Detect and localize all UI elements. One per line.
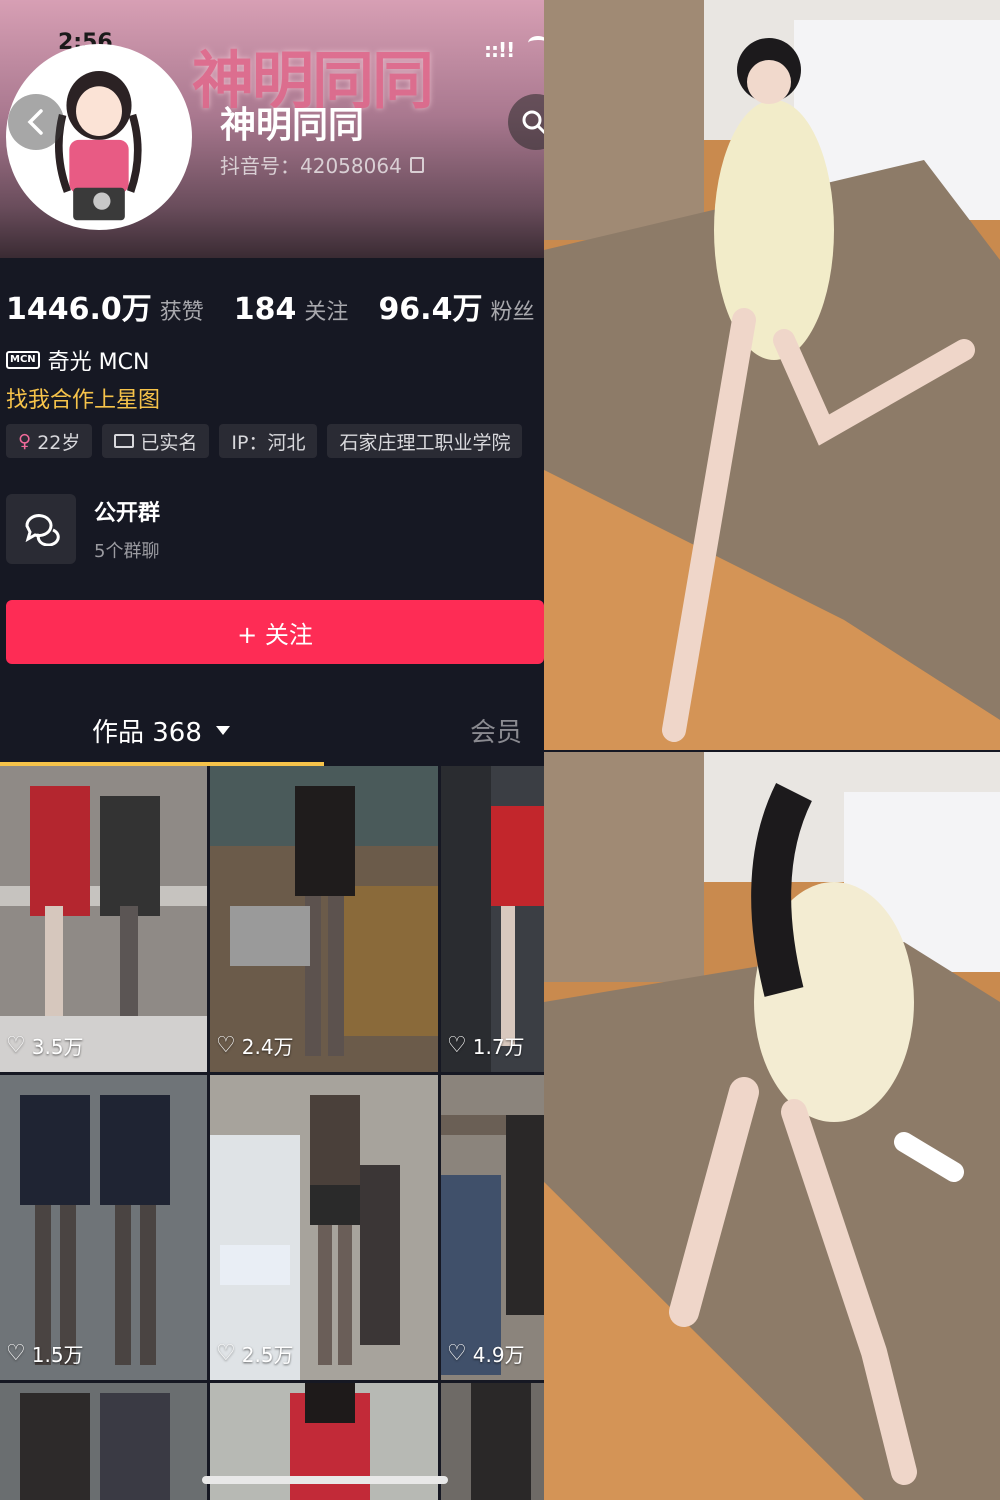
video-thumbnail <box>441 1383 544 1500</box>
douyin-id-text: 抖音号：42058064 <box>220 154 402 178</box>
like-count: ♡ 4.9万 <box>447 1339 525 1368</box>
video-tile[interactable]: ♡ 1.5万 <box>0 1075 207 1380</box>
video-thumbnail <box>0 766 207 1072</box>
video-thumbnail <box>0 1075 207 1380</box>
video-tile[interactable]: ♡ 3.5万 <box>0 766 207 1072</box>
tag-ip: IP：河北 <box>219 424 318 458</box>
video-thumbnail <box>441 1075 544 1380</box>
heart-icon: ♡ <box>447 1341 467 1366</box>
group-title: 公开群 <box>94 501 161 526</box>
video-tile[interactable]: ♡ 2.5万 <box>210 1075 438 1380</box>
stat-followers[interactable]: 96.4万 粉丝 <box>378 284 534 328</box>
stat-value: 184 <box>233 292 297 327</box>
photo-top <box>544 0 1000 750</box>
like-count: ♡ 2.4万 <box>216 1031 294 1060</box>
mcn-text: 奇光 MCN <box>47 350 150 375</box>
heart-icon: ♡ <box>6 1341 26 1366</box>
star-map-link[interactable]: 找我合作上星图 <box>6 382 160 414</box>
tag-verified: 已实名 <box>102 424 210 458</box>
tag-text: IP：河北 <box>231 431 306 454</box>
like-count-text: 1.5万 <box>31 1343 84 1367</box>
screenshot-composite: { "status_bar": { "time": "2:56", "signa… <box>0 0 1000 1500</box>
bedroom-photo <box>544 0 1000 750</box>
tag-age: ♀ 22岁 <box>6 424 93 458</box>
bedroom-photo <box>544 752 1000 1500</box>
stat-likes: 1446.0万 获赞 <box>6 284 204 328</box>
like-count-text: 1.7万 <box>472 1035 525 1059</box>
stat-label: 关注 <box>304 300 349 325</box>
like-count: ♡ 1.5万 <box>6 1339 84 1368</box>
like-count-text: 3.5万 <box>31 1035 84 1059</box>
video-tile[interactable]: ♡ 4.9万 <box>441 1075 544 1380</box>
like-count: ♡ 2.5万 <box>216 1339 294 1368</box>
home-indicator[interactable] <box>202 1476 448 1484</box>
chevron-left-icon <box>27 109 43 135</box>
profile-name: 神明同同 <box>220 105 365 146</box>
tab-works[interactable]: 作品 368 <box>92 712 230 749</box>
like-count: ♡ 1.7万 <box>447 1031 525 1060</box>
stat-label: 获赞 <box>159 300 204 325</box>
mcn-icon: MCN <box>6 351 40 369</box>
tag-text: 22岁 <box>37 431 81 454</box>
video-tile[interactable]: ♡ 2.4万 <box>210 766 438 1072</box>
wifi-icon <box>528 36 544 50</box>
tab-works-label: 作品 368 <box>92 718 202 748</box>
heart-icon: ♡ <box>216 1341 236 1366</box>
mcn-info[interactable]: MCN 奇光 MCN <box>6 344 149 376</box>
video-thumbnail <box>441 766 544 1072</box>
profile-tags: ♀ 22岁 已实名 IP：河北 石家庄理工职业学院 <box>6 424 523 458</box>
tag-text: 已实名 <box>140 431 198 454</box>
id-card-icon <box>114 434 135 448</box>
like-count-text: 4.9万 <box>472 1343 525 1367</box>
stat-label: 粉丝 <box>490 300 535 325</box>
search-icon <box>522 110 544 135</box>
photo-bottom <box>544 752 1000 1500</box>
profile-stats: 1446.0万 获赞 184 关注 96.4万 粉丝 <box>6 284 534 328</box>
search-button[interactable] <box>508 94 544 150</box>
like-count-text: 2.5万 <box>241 1343 294 1367</box>
like-count: ♡ 3.5万 <box>6 1031 84 1060</box>
video-tile[interactable]: ♡ 1.7万 <box>441 766 544 1072</box>
tag-school[interactable]: 石家庄理工职业学院 <box>327 424 523 458</box>
douyin-id: 抖音号：42058064 <box>220 150 424 179</box>
like-count-text: 2.4万 <box>241 1035 294 1059</box>
stat-value: 1446.0万 <box>6 292 152 327</box>
video-thumbnail <box>210 766 438 1072</box>
video-tile[interactable] <box>441 1383 544 1500</box>
tab-member[interactable]: 会员 <box>470 712 522 749</box>
signal-icon: ::!! <box>484 38 515 62</box>
public-group[interactable]: 公开群 5个群聊 <box>6 494 160 564</box>
group-chat-icon <box>6 494 76 564</box>
group-subtitle: 5个群聊 <box>94 541 160 562</box>
follow-button[interactable]: + 关注 <box>6 600 544 664</box>
stat-following[interactable]: 184 关注 <box>234 292 349 327</box>
female-icon: ♀ <box>18 430 32 452</box>
heart-icon: ♡ <box>216 1033 236 1058</box>
content-tabs: 作品 368 会员 <box>0 704 544 766</box>
video-grid: ♡ 3.5万 ♡ 2.4万 ♡ 1.7万 ♡ 1.5万 ♡ 2.5万 ♡ 4.9… <box>0 766 544 1500</box>
heart-icon: ♡ <box>6 1033 26 1058</box>
video-thumbnail <box>210 1075 438 1380</box>
stat-value: 96.4万 <box>378 292 483 327</box>
profile-screen: 神明同同 2:56 ::!! 神明同同 抖音号：42058064 1446.0万… <box>0 0 544 1500</box>
video-tile[interactable] <box>0 1383 207 1500</box>
copy-icon[interactable] <box>409 156 424 173</box>
tag-text: 石家庄理工职业学院 <box>339 431 511 454</box>
profile-header: 神明同同 2:56 ::!! 神明同同 抖音号：42058064 <box>0 0 544 258</box>
caret-down-icon <box>215 726 230 735</box>
video-thumbnail <box>0 1383 207 1500</box>
heart-icon: ♡ <box>447 1033 467 1058</box>
back-button[interactable] <box>8 94 64 150</box>
